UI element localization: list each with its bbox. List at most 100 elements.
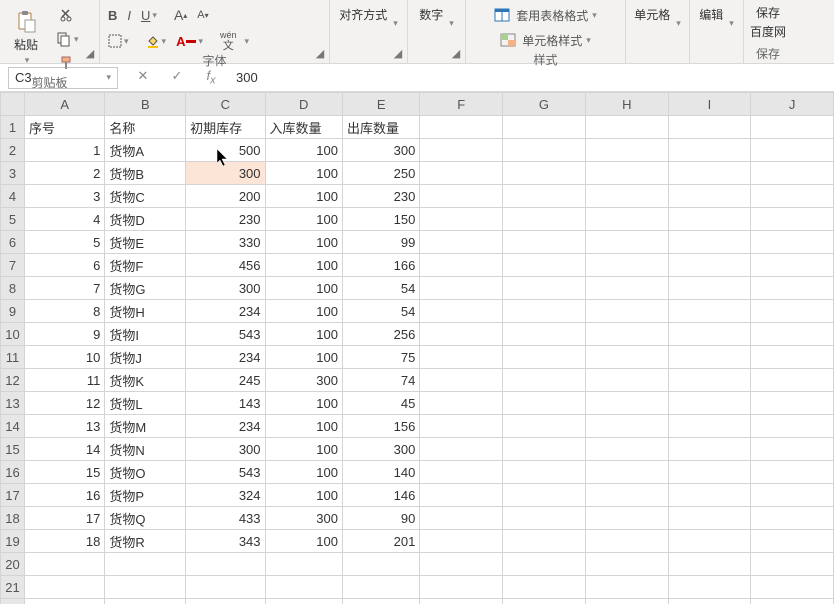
cell-A11[interactable]: 10 <box>24 346 104 369</box>
alignment-dialog-launcher[interactable]: ◢ <box>391 47 405 61</box>
cell-D16[interactable]: 100 <box>265 461 342 484</box>
cell-H21[interactable] <box>585 576 668 599</box>
cell-J15[interactable] <box>751 438 834 461</box>
cell-D9[interactable]: 100 <box>265 300 342 323</box>
cell-F3[interactable] <box>420 162 503 185</box>
row-header-12[interactable]: 12 <box>1 369 25 392</box>
cell-A1[interactable]: 序号 <box>24 116 104 139</box>
cell-A10[interactable]: 9 <box>24 323 104 346</box>
cell-E4[interactable]: 230 <box>342 185 419 208</box>
cell-G6[interactable] <box>503 231 586 254</box>
cell-G21[interactable] <box>503 576 586 599</box>
cell-B11[interactable]: 货物J <box>105 346 186 369</box>
cell-B20[interactable] <box>105 553 186 576</box>
cell-F20[interactable] <box>420 553 503 576</box>
number-dialog-launcher[interactable]: ◢ <box>449 47 463 61</box>
cell-J1[interactable] <box>751 116 834 139</box>
cell-H15[interactable] <box>585 438 668 461</box>
cell-E18[interactable]: 90 <box>342 507 419 530</box>
cell-J13[interactable] <box>751 392 834 415</box>
cell-D19[interactable]: 100 <box>265 530 342 553</box>
cancel-formula-icon[interactable]: ✕ <box>134 68 152 87</box>
cell-I5[interactable] <box>668 208 751 231</box>
cell-I21[interactable] <box>668 576 751 599</box>
cell-D10[interactable]: 100 <box>265 323 342 346</box>
cell-J16[interactable] <box>751 461 834 484</box>
cell-E13[interactable]: 45 <box>342 392 419 415</box>
cell-B19[interactable]: 货物R <box>105 530 186 553</box>
row-header-19[interactable]: 19 <box>1 530 25 553</box>
cell-I1[interactable] <box>668 116 751 139</box>
enter-formula-icon[interactable]: ✓ <box>168 68 186 87</box>
cell-J14[interactable] <box>751 415 834 438</box>
cell-B3[interactable]: 货物B <box>105 162 186 185</box>
cell-B8[interactable]: 货物G <box>105 277 186 300</box>
cell-C20[interactable] <box>186 553 265 576</box>
cell-I6[interactable] <box>668 231 751 254</box>
editing-label[interactable]: 编辑 <box>699 6 723 23</box>
font-color-button[interactable]: A▾ <box>172 30 207 52</box>
cell-C2[interactable]: 500 <box>186 139 265 162</box>
cell-A17[interactable]: 16 <box>24 484 104 507</box>
cell-G4[interactable] <box>503 185 586 208</box>
cell-B4[interactable]: 货物C <box>105 185 186 208</box>
cell-E12[interactable]: 74 <box>342 369 419 392</box>
copy-button[interactable]: ▾ <box>52 28 83 50</box>
row-header-15[interactable]: 15 <box>1 438 25 461</box>
cell-F4[interactable] <box>420 185 503 208</box>
cell-E22[interactable] <box>342 599 419 604</box>
cell-I10[interactable] <box>668 323 751 346</box>
cell-F16[interactable] <box>420 461 503 484</box>
cell-B13[interactable]: 货物L <box>105 392 186 415</box>
cell-G5[interactable] <box>503 208 586 231</box>
cell-H12[interactable] <box>585 369 668 392</box>
cell-C21[interactable] <box>186 576 265 599</box>
phonetic-button[interactable]: wén 文 <box>216 31 241 51</box>
cell-B15[interactable]: 货物N <box>105 438 186 461</box>
cell-G2[interactable] <box>503 139 586 162</box>
cell-D14[interactable]: 100 <box>265 415 342 438</box>
cell-E15[interactable]: 300 <box>342 438 419 461</box>
format-as-table-button[interactable]: 套用表格格式▾ <box>470 4 621 26</box>
alignment-caret-icon[interactable]: ▾ <box>393 18 398 29</box>
cell-F5[interactable] <box>420 208 503 231</box>
cell-J22[interactable] <box>751 599 834 604</box>
cell-G1[interactable] <box>503 116 586 139</box>
col-header-B[interactable]: B <box>105 93 186 116</box>
col-header-D[interactable]: D <box>265 93 342 116</box>
cell-E17[interactable]: 146 <box>342 484 419 507</box>
cell-J21[interactable] <box>751 576 834 599</box>
cell-B22[interactable] <box>105 599 186 604</box>
cell-I20[interactable] <box>668 553 751 576</box>
cell-D8[interactable]: 100 <box>265 277 342 300</box>
col-header-C[interactable]: C <box>186 93 265 116</box>
cell-H16[interactable] <box>585 461 668 484</box>
cell-I16[interactable] <box>668 461 751 484</box>
col-header-F[interactable]: F <box>420 93 503 116</box>
cell-E14[interactable]: 156 <box>342 415 419 438</box>
cell-G10[interactable] <box>503 323 586 346</box>
cell-J11[interactable] <box>751 346 834 369</box>
select-all-corner[interactable] <box>1 93 25 116</box>
cell-E19[interactable]: 201 <box>342 530 419 553</box>
cell-E7[interactable]: 166 <box>342 254 419 277</box>
cell-I9[interactable] <box>668 300 751 323</box>
cell-G16[interactable] <box>503 461 586 484</box>
cell-I2[interactable] <box>668 139 751 162</box>
paste-icon[interactable] <box>14 10 38 34</box>
cell-G22[interactable] <box>503 599 586 604</box>
cell-C22[interactable] <box>186 599 265 604</box>
increase-font-button[interactable]: A▴ <box>170 4 191 26</box>
cell-I3[interactable] <box>668 162 751 185</box>
fill-color-button[interactable]: ▾ <box>142 30 171 52</box>
cell-F21[interactable] <box>420 576 503 599</box>
cell-J4[interactable] <box>751 185 834 208</box>
cell-H14[interactable] <box>585 415 668 438</box>
cell-J19[interactable] <box>751 530 834 553</box>
cell-C4[interactable]: 200 <box>186 185 265 208</box>
cell-D1[interactable]: 入库数量 <box>265 116 342 139</box>
row-header-8[interactable]: 8 <box>1 277 25 300</box>
cell-D7[interactable]: 100 <box>265 254 342 277</box>
cell-H8[interactable] <box>585 277 668 300</box>
cell-F1[interactable] <box>420 116 503 139</box>
